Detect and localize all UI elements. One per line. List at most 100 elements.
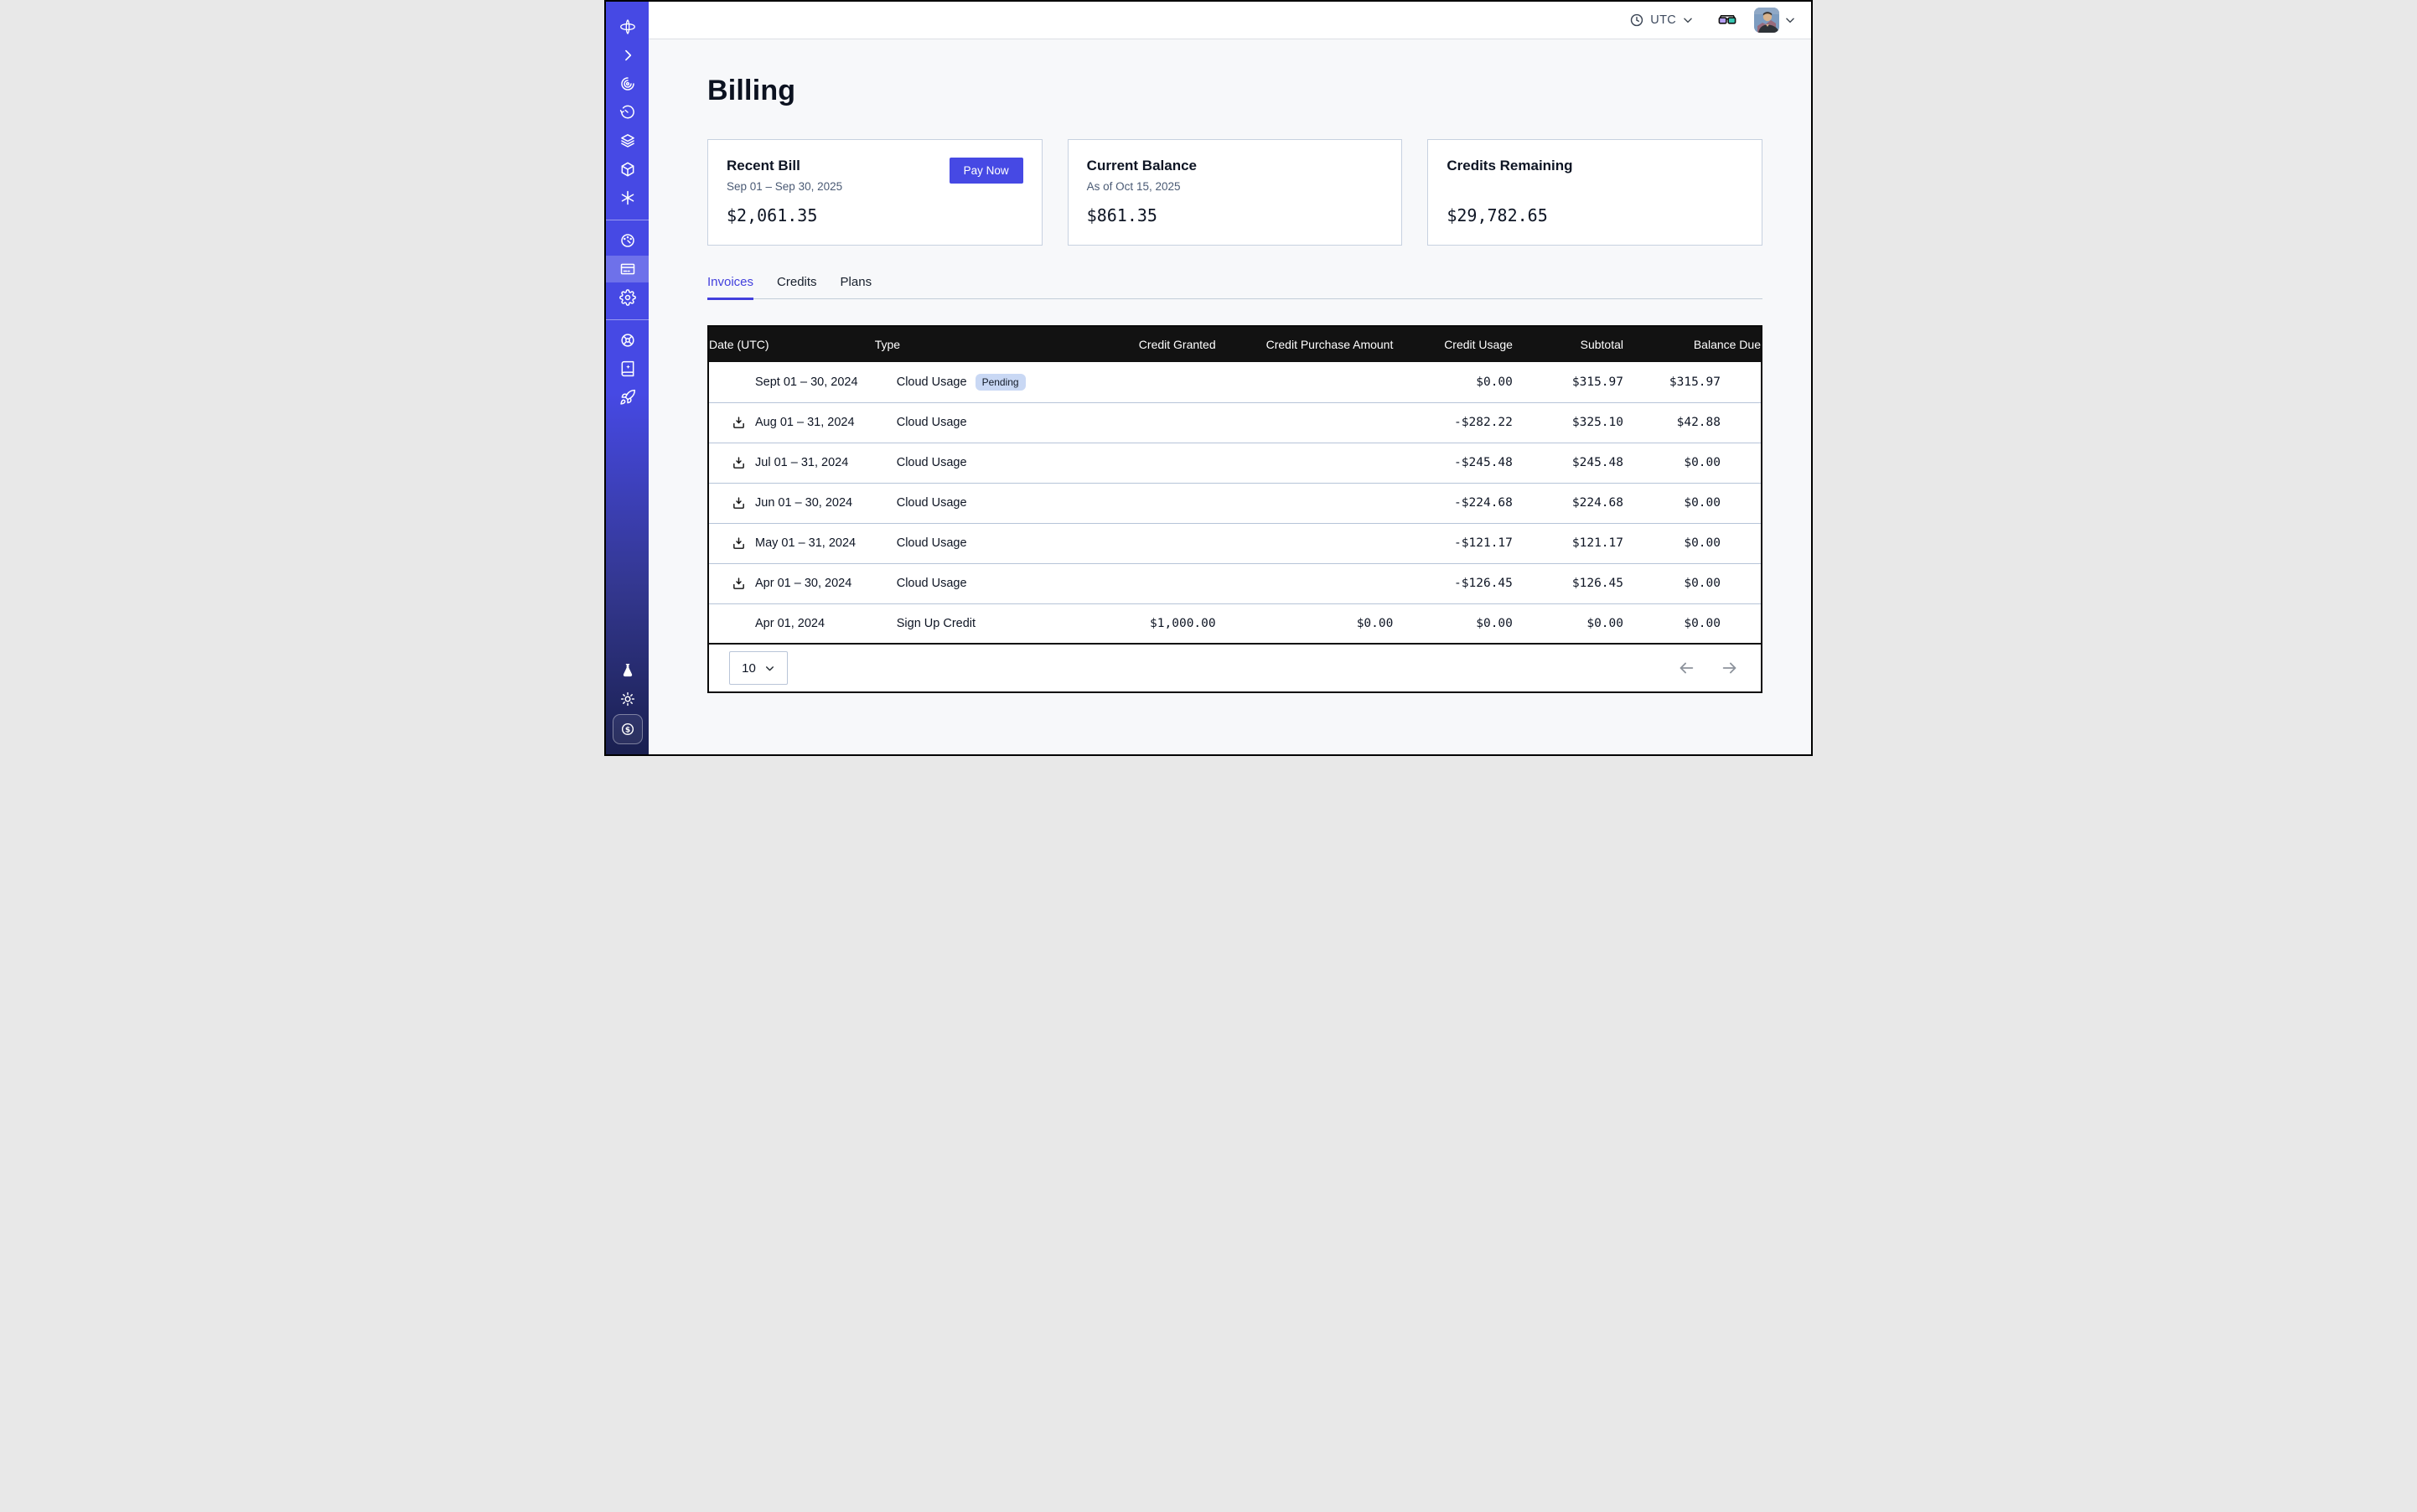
credit-granted-value [1049,483,1216,523]
table-row: Jul 01 – 31, 2024 Cloud Usage -$245.48 $… [708,443,1762,483]
balance-due-value: $315.97 [1623,362,1762,402]
col-header-credit-purchase: Credit Purchase Amount [1216,326,1394,362]
balance-due-value: $0.00 [1623,443,1762,483]
invoice-type: Sign Up Credit [897,617,976,630]
col-header-date: Date (UTC) [708,326,875,362]
credit-purchase-value [1216,563,1394,603]
wheel-icon[interactable] [606,327,649,354]
credit-granted-value [1049,563,1216,603]
tab-invoices[interactable]: Invoices [707,275,753,298]
download-icon[interactable] [731,576,746,591]
user-menu[interactable] [1754,8,1796,33]
summary-cards: Recent Bill Sep 01 – Sep 30, 2025 $2,061… [707,139,1762,246]
balance-due-value: $0.00 [1623,603,1762,644]
download-icon[interactable] [731,415,746,430]
subtotal-value: $126.45 [1513,563,1623,603]
invoice-date: Jul 01 – 31, 2024 [755,456,848,469]
layers-icon[interactable] [606,127,649,154]
tab-plans[interactable]: Plans [841,275,872,298]
spiral-eye-icon[interactable] [606,70,649,97]
previous-page-arrow-icon[interactable] [1677,659,1695,677]
card-amount: $29,782.65 [1447,205,1743,225]
credit-granted-value: $1,000.00 [1049,603,1216,644]
credit-purchase-value [1216,443,1394,483]
table-row: May 01 – 31, 2024 Cloud Usage -$121.17 $… [708,523,1762,563]
pagination-row: 10 [708,644,1762,692]
subtotal-value: $0.00 [1513,603,1623,644]
sidebar: $ [606,2,649,754]
3d-glasses-icon[interactable] [1717,10,1737,30]
orbit-logo-icon[interactable] [606,13,649,40]
pay-now-button[interactable]: Pay Now [950,158,1023,184]
card-amount: $2,061.35 [727,205,1023,225]
credit-purchase-value [1216,523,1394,563]
invoice-type: Cloud Usage [897,536,967,550]
credit-usage-value: -$126.45 [1393,563,1513,603]
topbar: UTC [649,2,1811,39]
main-content: Billing Recent Bill Sep 01 – Sep 30, 202… [649,39,1811,754]
invoice-date: Sept 01 – 30, 2024 [755,375,858,389]
subtotal-value: $325.10 [1513,402,1623,443]
current-balance-card: Current Balance As of Oct 15, 2025 $861.… [1068,139,1403,246]
invoice-type: Cloud Usage [897,375,967,389]
download-icon[interactable] [731,536,746,551]
book-sparkle-icon[interactable] [606,355,649,382]
col-header-subtotal: Subtotal [1513,326,1623,362]
timezone-label: UTC [1650,13,1676,27]
gear-icon[interactable] [606,284,649,311]
sidebar-divider [606,319,649,320]
card-subtitle [1447,180,1743,194]
avatar [1754,8,1779,33]
credit-purchase-value [1216,483,1394,523]
invoice-date: Jun 01 – 30, 2024 [755,496,852,510]
credit-usage-value: $0.00 [1393,603,1513,644]
status-badge: Pending [976,374,1026,391]
subtotal-value: $245.48 [1513,443,1623,483]
invoice-type: Cloud Usage [897,577,967,590]
rocket-icon[interactable] [606,384,649,411]
invoice-date: Aug 01 – 31, 2024 [755,416,855,429]
download-icon[interactable] [731,495,746,510]
col-header-type: Type [875,326,1049,362]
flask-icon[interactable] [606,657,649,684]
history-clock-icon[interactable] [606,99,649,126]
credit-granted-value [1049,523,1216,563]
credit-purchase-value: $0.00 [1216,603,1394,644]
tab-credits[interactable]: Credits [777,275,817,298]
credits-remaining-card: Credits Remaining $29,782.65 [1427,139,1762,246]
credit-granted-value [1049,402,1216,443]
credit-usage-value: -$121.17 [1393,523,1513,563]
timezone-selector[interactable]: UTC [1629,13,1694,28]
sun-icon[interactable] [606,686,649,712]
credit-usage-value: -$224.68 [1393,483,1513,523]
clock-icon [1629,13,1644,28]
cube-icon[interactable] [606,156,649,183]
page-title: Billing [707,75,1762,107]
chevron-down-icon [1682,14,1694,26]
recent-bill-card: Recent Bill Sep 01 – Sep 30, 2025 $2,061… [707,139,1043,246]
download-icon[interactable] [731,455,746,470]
chevron-right-icon[interactable] [606,42,649,69]
credit-usage-value: -$245.48 [1393,443,1513,483]
next-page-arrow-icon[interactable] [1721,659,1739,677]
card-amount: $861.35 [1087,205,1384,225]
table-row: Jun 01 – 30, 2024 Cloud Usage -$224.68 $… [708,483,1762,523]
credit-card-icon[interactable] [606,256,649,282]
balance-due-value: $42.88 [1623,402,1762,443]
gauge-icon[interactable] [606,227,649,254]
credit-purchase-value [1216,402,1394,443]
chevron-down-icon [1784,14,1796,26]
asterisk-icon[interactable] [606,184,649,211]
table-header-row: Date (UTC) Type Credit Granted Credit Pu… [708,326,1762,362]
dollar-badge-icon[interactable]: $ [613,714,643,744]
invoice-date: Apr 01, 2024 [755,617,825,630]
table-row: Aug 01 – 31, 2024 Cloud Usage -$282.22 $… [708,402,1762,443]
table-row: Apr 01, 2024 Sign Up Credit $1,000.00 $0… [708,603,1762,644]
col-header-balance-due: Balance Due [1623,326,1762,362]
balance-due-value: $0.00 [1623,483,1762,523]
app-window: $ UTC [604,0,1813,756]
invoice-type: Cloud Usage [897,456,967,469]
content-column: UTC [649,2,1811,754]
subtotal-value: $121.17 [1513,523,1623,563]
page-size-select[interactable]: 10 [729,651,788,685]
